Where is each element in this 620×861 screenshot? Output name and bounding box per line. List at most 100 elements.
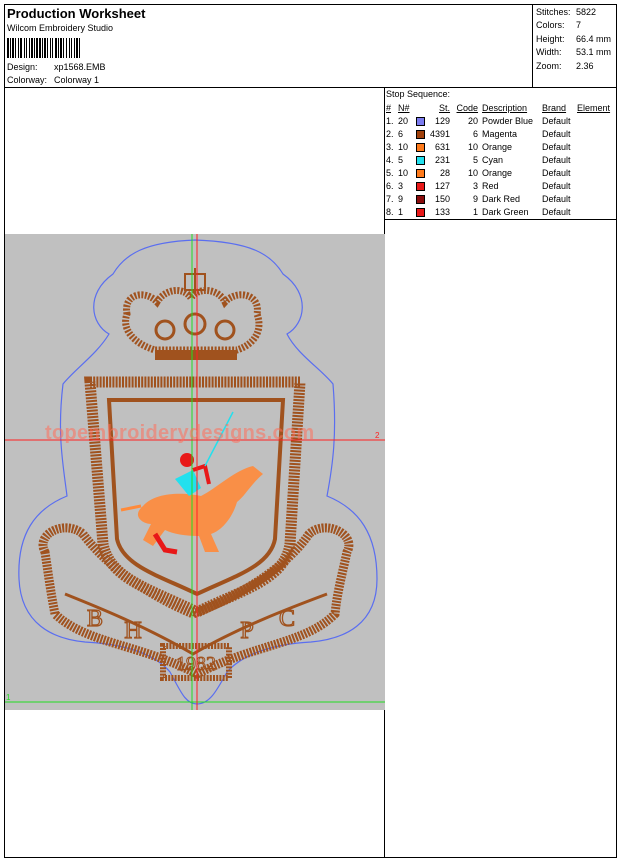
element-cell (577, 192, 610, 205)
guide-label-left: 1 (6, 693, 11, 702)
thread-description: Orange (482, 141, 513, 152)
needle-number: 10 (398, 141, 409, 152)
thread-swatch (416, 114, 430, 127)
barcode (7, 38, 80, 58)
stop-sequence-label: Stop Sequence: (386, 89, 451, 99)
stitch-count: 127 (435, 180, 451, 191)
stop-row: 1. 20 129 20 Powder Blue Default (386, 114, 610, 127)
stop-row: 4. 5 231 5 Cyan Default (386, 153, 610, 166)
thread-code: 3 (473, 180, 479, 191)
stop-table-header: # N# St. Code Description Brand Element (386, 102, 611, 113)
crown-jewel (183, 312, 207, 336)
color-swatch (416, 142, 425, 152)
ribbon-letter: C (279, 606, 295, 632)
thread-description: Dark Green (482, 206, 529, 217)
color-swatch (416, 155, 425, 165)
guide-label-right: 2 (375, 431, 380, 440)
design-label: Design: (7, 62, 38, 72)
stitch-count: 28 (440, 167, 451, 178)
thread-brand: Default (542, 154, 571, 165)
stop-row: 8. 1 133 1 Dark Green Default (386, 205, 610, 218)
stop-number: 5. (386, 167, 394, 178)
thread-code: 1 (473, 206, 479, 217)
stat-height: Height: 66.4 mm (536, 33, 612, 44)
header-divider-vertical (532, 4, 533, 88)
thread-swatch (416, 153, 430, 166)
stop-row: 3. 10 631 10 Orange Default (386, 140, 610, 153)
horse-tail (120, 504, 142, 512)
crown-jewel (154, 319, 176, 341)
stop-row: 7. 9 150 9 Dark Red Default (386, 192, 610, 205)
needle-number: 6 (398, 128, 404, 139)
thread-description: Powder Blue (482, 115, 534, 126)
header-divider-horizontal (4, 87, 617, 88)
stop-number: 7. (386, 193, 394, 204)
thread-description: Red (482, 180, 499, 191)
software-name: Wilcom Embroidery Studio (7, 23, 114, 33)
thread-code: 10 (468, 141, 479, 152)
crown-jewel (214, 319, 236, 341)
element-cell (577, 114, 610, 127)
stop-number: 2. (386, 128, 394, 139)
thread-code: 5 (473, 154, 479, 165)
thread-brand: Default (542, 128, 571, 139)
stop-row: 6. 3 127 3 Red Default (386, 179, 610, 192)
stitch-count: 129 (435, 115, 451, 126)
outline-contour (18, 239, 378, 705)
thread-code: 9 (473, 193, 479, 204)
stop-number: 6. (386, 180, 394, 191)
stop-number: 1. (386, 115, 394, 126)
stitch-count: 631 (435, 141, 451, 152)
stop-number: 8. (386, 206, 394, 217)
thread-code: 20 (468, 115, 479, 126)
thread-swatch (416, 127, 430, 140)
ribbon-letter: P (240, 618, 253, 644)
color-swatch (416, 129, 425, 139)
stop-row: 2. 6 4391 6 Magenta Default (386, 127, 610, 140)
thread-description: Cyan (482, 154, 504, 165)
thread-brand: Default (542, 167, 571, 178)
thread-brand: Default (542, 141, 571, 152)
needle-number: 3 (398, 180, 404, 191)
stitch-count: 133 (435, 206, 451, 217)
thread-swatch (416, 192, 430, 205)
stat-colors: Colors: 7 (536, 20, 582, 31)
needle-number: 10 (398, 167, 409, 178)
thread-description: Dark Red (482, 193, 521, 204)
thread-brand: Default (542, 193, 571, 204)
stat-width: Width: 53.1 mm (536, 47, 612, 58)
stitch-count: 150 (435, 193, 451, 204)
element-cell (577, 205, 610, 218)
ribbon-letter: B (87, 606, 103, 632)
colorway-value: Colorway 1 (54, 75, 100, 85)
stop-number: 3. (386, 141, 394, 152)
element-cell (577, 166, 610, 179)
thread-swatch (416, 179, 430, 192)
color-swatch (416, 194, 425, 204)
element-cell (577, 153, 610, 166)
horse-leg-red (152, 532, 178, 555)
thread-description: Magenta (482, 128, 518, 139)
stop-sequence-table: # N# St. Code Description Brand Element … (386, 101, 610, 218)
color-swatch (416, 116, 425, 126)
needle-number: 9 (398, 193, 404, 204)
stop-sequence: Stop Sequence: # N# St. Code Description… (386, 89, 614, 218)
page-title: Production Worksheet (7, 6, 146, 21)
colorway-row: Colorway: Colorway 1 (7, 75, 99, 85)
thread-swatch (416, 205, 430, 218)
watermark: topembroiderydesigns.com (45, 422, 315, 444)
needle-number: 1 (398, 206, 404, 217)
thread-description: Orange (482, 167, 513, 178)
color-swatch (416, 207, 425, 217)
needle-number: 5 (398, 154, 404, 165)
embroidery-design: B H P C 1982 2 1 (5, 234, 385, 710)
element-cell (577, 179, 610, 192)
stat-zoom: Zoom: 2.36 (536, 60, 594, 71)
stop-table-bottom-line (384, 219, 617, 220)
thread-swatch (416, 140, 430, 153)
thread-brand: Default (542, 180, 571, 191)
crown-band (155, 350, 237, 360)
element-cell (577, 140, 610, 153)
thread-swatch (416, 166, 430, 179)
design-row: Design: xp1568.EMB (7, 62, 106, 72)
